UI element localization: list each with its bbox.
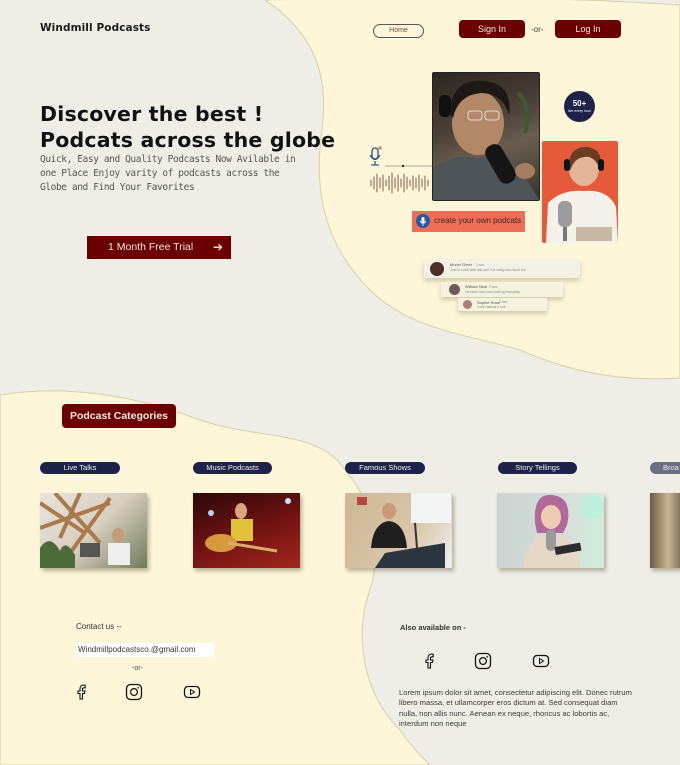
comment-time: 2 sec: [489, 284, 498, 289]
hero-subtitle: Quick, Easy and Quality Podcasts Now Avi…: [40, 154, 296, 193]
free-trial-button[interactable]: 1 Month Free Trial ➔: [87, 236, 231, 259]
category-thumb-broadcast[interactable]: [650, 493, 680, 568]
avatar: [430, 262, 444, 276]
youtube-icon[interactable]: [183, 683, 201, 701]
comment-card: William Neal 2 sec He back from and comi…: [441, 282, 563, 297]
category-tab-famous-shows[interactable]: Famous Shows: [345, 462, 425, 474]
category-thumb-live-talks[interactable]: [38, 491, 147, 568]
create-podcast-button[interactable]: create your own podcats: [412, 211, 525, 232]
hero-title-line1: Discover the best !: [40, 102, 264, 126]
microphone-icon: [369, 146, 382, 166]
create-podcast-label: create your own podcats: [434, 216, 522, 225]
badge-number: 50+: [572, 99, 587, 108]
contact-email[interactable]: Windmillpodcastsco.@gmail.com: [76, 643, 214, 657]
comment-text: Love natural it one: [477, 305, 506, 309]
home-button[interactable]: Home: [373, 24, 424, 38]
youtube-icon[interactable]: [532, 652, 550, 670]
waveform: [370, 172, 429, 194]
category-tab-music-podcasts[interactable]: Music Podcasts: [193, 462, 272, 474]
footer-description: Lorem ipsum dolor sit amet, consectetur …: [399, 688, 632, 728]
comment-card: Sophie Rose 3 sec Love natural it one: [458, 298, 547, 311]
hero-title: Discover the best ! Podcats across the g…: [40, 101, 335, 153]
comment-time: 1 sec: [476, 262, 485, 267]
contact-separator: -or-: [132, 665, 143, 672]
microphone-icon: [416, 214, 430, 228]
nav-separator: -or-: [531, 25, 544, 34]
contact-label: Contact us --: [76, 622, 122, 631]
instagram-icon[interactable]: [125, 683, 143, 701]
live-count-badge: 50+ live every hour: [564, 91, 595, 122]
mic-waveform-graphic: [369, 146, 433, 194]
facebook-icon[interactable]: [421, 652, 439, 670]
arrow-right-icon: ➔: [212, 240, 223, 254]
comment-time: 3 sec: [499, 300, 508, 304]
avatar: [463, 300, 472, 309]
category-thumb-music-podcasts[interactable]: [193, 493, 300, 568]
category-tab-story-tellings[interactable]: Story Tellings: [498, 462, 577, 474]
comment-author: Sophie Rose: [477, 299, 500, 305]
category-thumb-famous-shows[interactable]: [345, 493, 452, 568]
category-tab-broadcast[interactable]: Broa: [650, 462, 680, 474]
badge-subtext: live every hour: [568, 109, 591, 113]
comment-card: Muriel Greer 1 sec Just in Love with thi…: [424, 260, 580, 278]
instagram-icon[interactable]: [474, 652, 492, 670]
log-in-button[interactable]: Log In: [555, 20, 621, 38]
hero-photo-podcaster: [432, 72, 540, 201]
free-trial-label: 1 Month Free Trial: [108, 241, 194, 253]
comment-text: He back from and coming everyday: [465, 290, 521, 294]
also-available-label: Also available on -: [400, 623, 466, 632]
categories-title: Podcast Categories: [62, 404, 176, 428]
category-thumb-story-tellings[interactable]: [497, 493, 604, 568]
comment-text: Just in Love with this one it is really …: [450, 268, 526, 272]
lower-blob: [0, 390, 431, 765]
site-logo[interactable]: Windmill Podcasts: [40, 22, 151, 34]
comment-author: Muriel Greer: [450, 262, 473, 267]
hero-title-line2: Podcats across the globe: [40, 128, 336, 152]
category-tab-live-talks[interactable]: Live Talks: [40, 462, 120, 474]
hero-photo-host: [542, 141, 618, 243]
avatar: [449, 284, 460, 295]
sign-in-button[interactable]: Sign In: [459, 20, 525, 38]
facebook-icon[interactable]: [73, 683, 91, 701]
comment-author: William Neal: [465, 284, 488, 289]
